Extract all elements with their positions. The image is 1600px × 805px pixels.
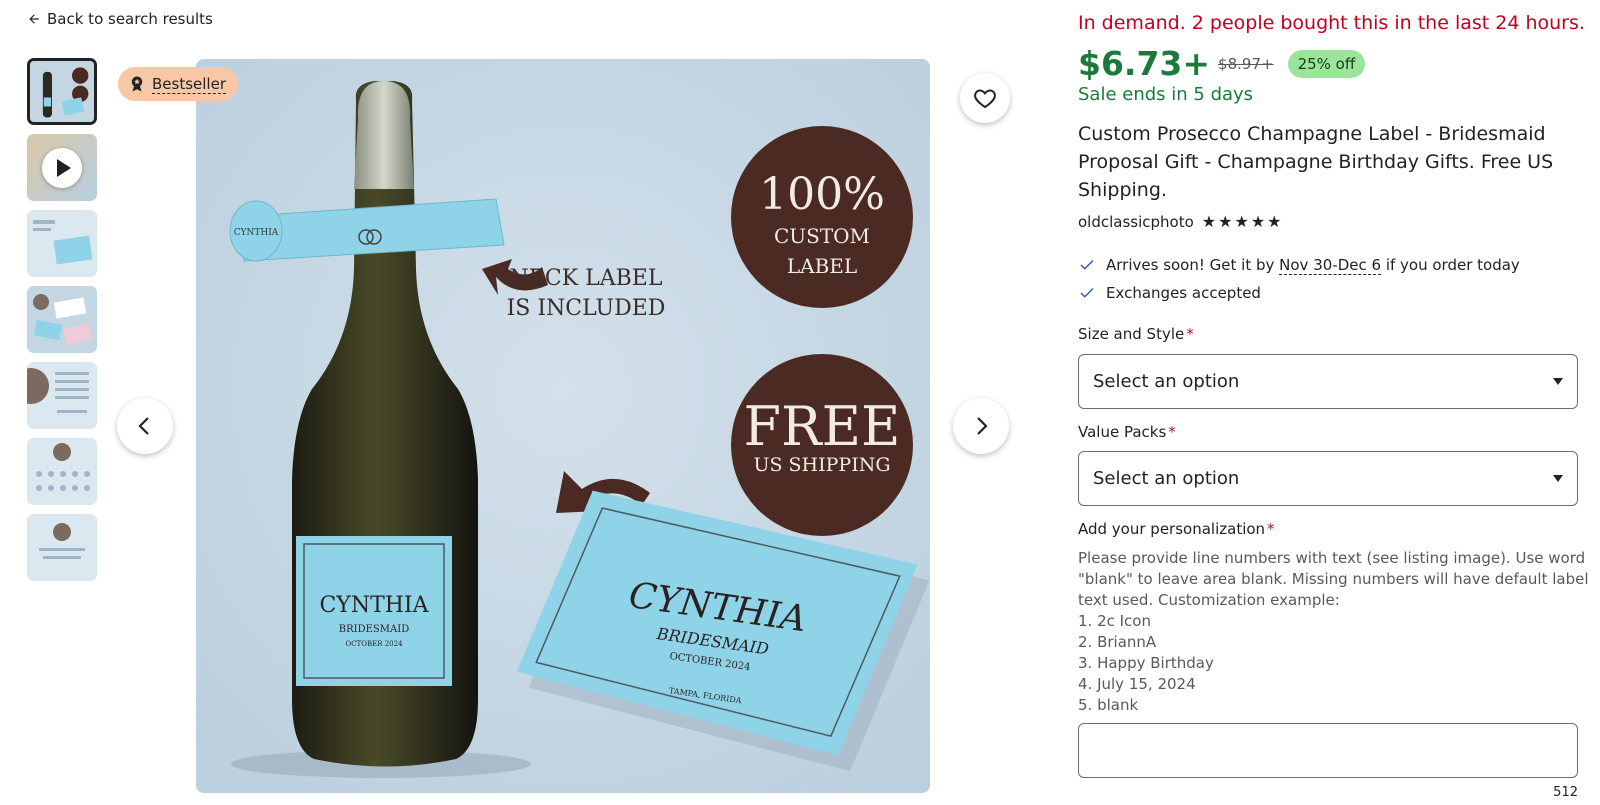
bottle-label-date: OCTOBER 2024 [345,640,403,648]
thumbnail-5[interactable] [27,362,97,429]
product-title: Custom Prosecco Champagne Label - Brides… [1078,123,1554,201]
instruction-line: 2. BriannA [1078,633,1157,651]
discount-badge: 25% off [1287,49,1366,78]
thumbnail-strip [27,58,97,590]
instruction-line: 3. Happy Birthday [1078,654,1214,672]
thumbnail-image [27,514,97,581]
instruction-line: Please provide line numbers with text (s… [1078,549,1586,567]
personalization-label: Add your personalization * [1078,520,1275,538]
sale-price: $6.73+ [1078,44,1211,83]
shop-name-link[interactable]: oldclassicphoto [1078,213,1194,231]
thumbnail-7[interactable] [27,514,97,581]
badge1-line1: 100% [759,169,885,220]
star-icon: ★ [1218,212,1233,231]
star-icon: ★ [1267,212,1282,231]
arrival-prefix: Arrives soon! Get it by [1106,256,1275,274]
instruction-line: 4. July 15, 2024 [1078,675,1196,693]
arrival-date[interactable]: Nov 30-Dec 6 [1279,256,1382,275]
value-packs-select[interactable]: Select an option [1078,451,1578,506]
award-ribbon-icon [131,76,143,92]
thumbnail-image [27,438,97,505]
neck-label-name: CYNTHIA [234,228,279,238]
heart-icon [974,89,996,109]
badge1-line2: CUSTOM [774,224,870,248]
size-style-value: Select an option [1093,371,1240,392]
thumbnail-2-video[interactable] [27,134,97,201]
next-image-button[interactable] [953,398,1009,454]
bestseller-badge[interactable]: Bestseller [118,67,238,101]
thumbnail-image [27,362,97,429]
play-icon [42,147,82,188]
original-price: $8.97+ [1218,54,1274,73]
main-product-image[interactable]: CYNTHIA CYNTHIA BRIDESMAID OCTOBER 2024 … [196,59,930,793]
instruction-line: "blank" to leave area blank. Missing num… [1078,570,1589,588]
chevron-right-icon [977,417,988,435]
neck-label-caption-1: NECK LABEL [510,266,663,291]
personalization-textarea[interactable] [1078,723,1578,778]
bestseller-label: Bestseller [152,74,226,94]
price-row: $6.73+ $8.97+ 25% off [1078,44,1366,83]
arrow-left-icon [29,14,39,24]
star-icon: ★ [1250,212,1266,231]
size-style-select[interactable]: Select an option [1078,354,1578,409]
instruction-line: 5. blank [1078,696,1139,714]
personalization-label-text: Add your personalization [1078,520,1266,538]
instruction-line: text used. Customization example: [1078,591,1340,609]
favorite-button[interactable] [960,73,1010,123]
exchanges-text: Exchanges accepted [1106,284,1261,302]
value-packs-label: Value Packs * [1078,423,1176,441]
personalization-instructions: Please provide line numbers with text (s… [1078,548,1589,716]
arrival-suffix: if you order today [1385,256,1520,274]
back-link-label: Back to search results [47,10,213,28]
thumbnail-image [27,286,97,353]
exchanges-perk: Exchanges accepted [1078,284,1261,302]
sale-ends-text: Sale ends in 5 days [1078,84,1254,105]
badge1-line3: LABEL [787,254,857,278]
checkmark-icon [1080,287,1094,298]
badge2-line2: US SHIPPING [753,454,890,476]
size-style-label-text: Size and Style [1078,325,1185,343]
arrival-perk: Arrives soon! Get it by Nov 30-Dec 6 if … [1078,256,1520,275]
rating-stars[interactable]: ★ ★ ★ ★ ★ [1202,212,1282,231]
previous-image-button[interactable] [117,398,173,454]
value-packs-label-text: Value Packs [1078,423,1167,441]
required-mark: * [1186,325,1194,343]
bottle-label-name: CYNTHIA [319,593,429,618]
caret-down-icon [1553,475,1563,482]
star-icon: ★ [1201,212,1217,231]
character-count: 512 [1553,785,1578,800]
value-packs-value: Select an option [1093,468,1240,489]
neck-label-caption-2: IS INCLUDED [507,296,666,321]
thumbnail-4[interactable] [27,286,97,353]
thumbnail-image [27,210,97,277]
thumbnail-6[interactable] [27,438,97,505]
back-to-search-link[interactable]: Back to search results [27,10,213,28]
required-mark: * [1267,520,1275,538]
demand-notice: In demand. 2 people bought this in the l… [1078,12,1585,34]
caret-down-icon [1553,378,1563,385]
star-icon: ★ [1234,212,1249,231]
size-style-label: Size and Style * [1078,325,1194,343]
thumbnail-3[interactable] [27,210,97,277]
product-photo: CYNTHIA CYNTHIA BRIDESMAID OCTOBER 2024 … [196,59,930,793]
instruction-line: 1. 2c Icon [1078,612,1151,630]
chevron-left-icon [138,417,149,435]
badge2-line1: FREE [744,395,901,458]
thumbnail-1[interactable] [27,58,97,125]
shop-row: oldclassicphoto ★ ★ ★ ★ ★ [1078,212,1282,231]
required-mark: * [1168,423,1176,441]
bottle-label-role: BRIDESMAID [339,624,409,635]
thumbnail-image [30,61,94,122]
checkmark-icon [1080,259,1094,270]
